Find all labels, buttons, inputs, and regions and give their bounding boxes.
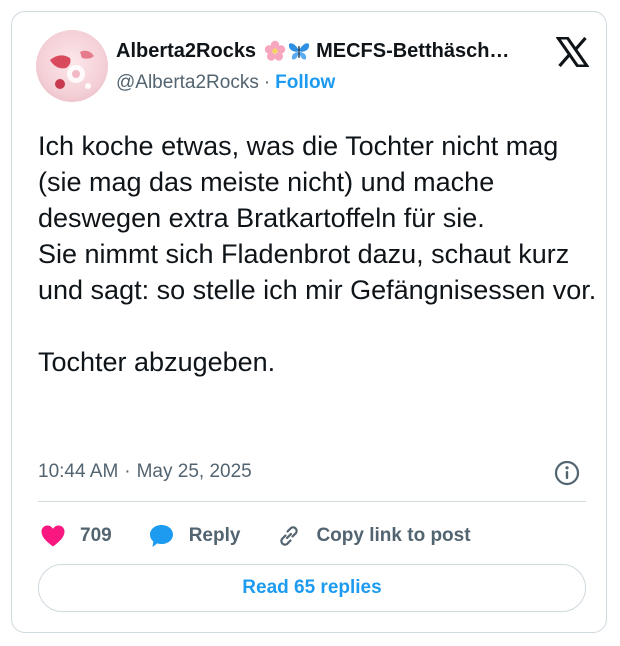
reply-bubble-icon [148,523,175,549]
author-handle[interactable]: @Alberta2Rocks [116,72,259,94]
author-name-row[interactable]: Alberta2Rocks MECFS-Betthäsch… [116,38,546,64]
copy-link-button[interactable]: Copy link to post [276,523,471,549]
tweet-time[interactable]: 10:44 AM [38,461,118,483]
x-logo-icon[interactable] [555,36,590,68]
cherry-blossom-icon [264,40,286,62]
separator-dot: · [124,461,131,482]
author-display-name[interactable]: Alberta2Rocks [116,40,256,63]
info-icon[interactable] [554,460,580,486]
copy-link-label: Copy link to post [316,525,471,546]
separator-dot: · [263,72,271,93]
tweet-paragraph-empty [38,308,598,344]
action-bar: 709 Reply Copy link to post [40,517,471,555]
like-button[interactable]: 709 [40,524,112,548]
like-count: 709 [80,525,112,546]
reply-button[interactable]: Reply [148,523,241,549]
follow-button[interactable]: Follow [275,72,335,94]
tweet-paragraph: Ich koche etwas, was die Tochter nicht m… [38,131,559,233]
divider [38,501,586,502]
handle-row: @Alberta2Rocks · Follow [116,70,335,96]
tweet-card: Alberta2Rocks MECFS-Betthäsch… @Alberta2… [11,11,607,633]
read-replies-button[interactable]: Read 65 replies [38,564,586,612]
link-icon [276,523,302,549]
tweet-text: Ich koche etwas, was die Tochter nicht m… [38,128,598,380]
tweet-date[interactable]: May 25, 2025 [137,461,252,483]
tweet-paragraph: Tochter abzugeben. [38,347,276,377]
heart-icon [40,524,66,548]
author-name-suffix[interactable]: MECFS-Betthäsch… [316,40,509,63]
reply-label: Reply [188,525,241,546]
avatar[interactable] [36,30,108,102]
butterfly-icon [288,40,310,62]
tweet-paragraph: Sie nimmt sich Fladenbrot dazu, schaut k… [38,239,597,305]
timestamp[interactable]: 10:44 AM · May 25, 2025 [38,459,252,485]
